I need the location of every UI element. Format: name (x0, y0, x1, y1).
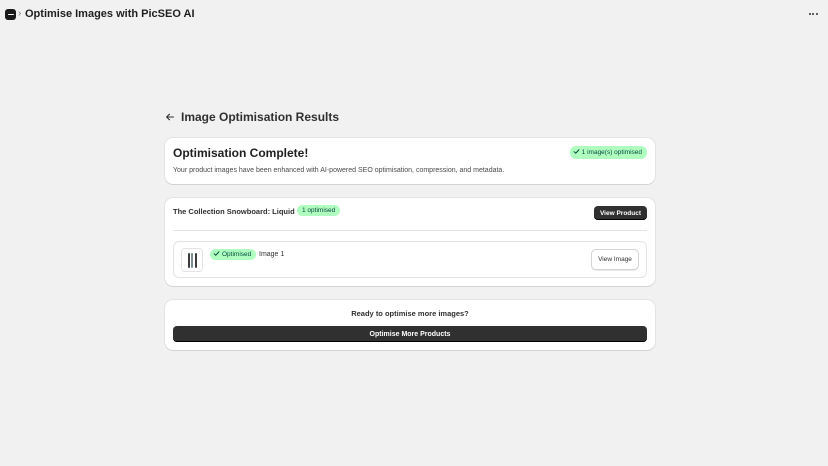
view-image-button[interactable]: View Image (591, 249, 639, 270)
optimise-more-products-button[interactable]: Optimise More Products (173, 326, 647, 342)
optimised-count-badge: 1 optimised (297, 205, 341, 216)
page-header: Image Optimisation Results (165, 110, 339, 124)
more-dot-icon (812, 13, 814, 15)
success-badge: 1 image(s) optimised (569, 146, 647, 159)
optimised-status-label: Optimised (222, 251, 252, 258)
view-product-button[interactable]: View Product (594, 206, 647, 220)
app-icon[interactable] (5, 9, 16, 20)
product-name: The Collection Snowboard: Liquid (173, 207, 295, 216)
success-badge-label: 1 image(s) optimised (581, 149, 642, 156)
optimise-more-question: Ready to optimise more images? (351, 309, 469, 318)
product-card: The Collection Snowboard: Liquid 1 optim… (165, 198, 655, 286)
app-title: Optimise Images with PicSEO AI (25, 8, 195, 20)
product-thumbnail (181, 248, 203, 272)
summary-card: Optimisation Complete! 1 image(s) optimi… (165, 138, 655, 184)
checkmark-icon (573, 148, 580, 157)
divider (173, 230, 647, 231)
image-label: Image 1 (259, 251, 285, 258)
breadcrumb-chevron-icon: › (18, 8, 22, 19)
optimised-status-badge: Optimised (210, 249, 257, 260)
top-bar: › Optimise Images with PicSEO AI (0, 0, 828, 30)
more-actions-button[interactable] (806, 8, 820, 20)
more-dot-icon (815, 13, 818, 15)
summary-title: Optimisation Complete! (173, 146, 309, 160)
page-title: Image Optimisation Results (181, 110, 340, 124)
summary-description: Your product images have been enhanced w… (173, 167, 505, 174)
image-row: Optimised Image 1 View Image (173, 241, 647, 278)
more-dot-icon (808, 13, 811, 15)
checkmark-icon (213, 250, 220, 259)
back-arrow-icon[interactable] (165, 110, 179, 124)
optimise-more-card: Ready to optimise more images? Optimise … (165, 300, 655, 350)
